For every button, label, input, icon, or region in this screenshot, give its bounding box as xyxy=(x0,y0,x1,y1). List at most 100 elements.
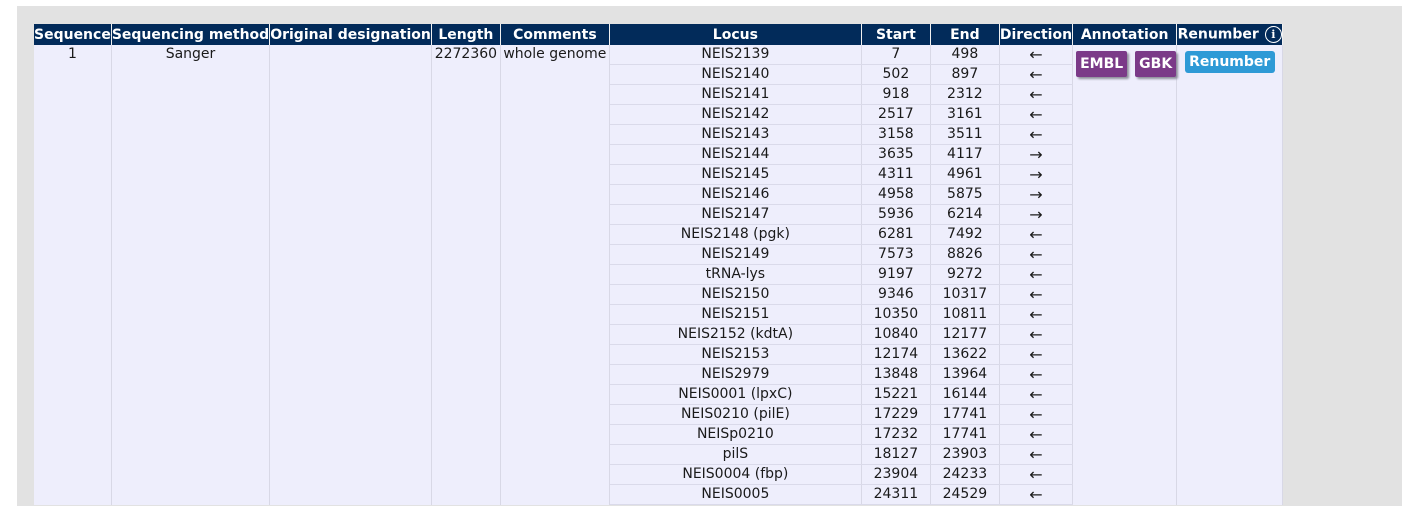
annotation-cell: EMBL GBK xyxy=(1072,45,1178,505)
length-cell: 2272360 xyxy=(431,45,501,505)
direction-cell: ← xyxy=(999,244,1074,265)
gbk-button[interactable]: GBK xyxy=(1135,51,1177,77)
start-cell: 502 xyxy=(861,64,931,85)
end-cell: 4117 xyxy=(930,144,1000,165)
locus-cell: NEIS2144 xyxy=(609,144,862,165)
direction-cell: ← xyxy=(999,484,1074,505)
direction-cell: ← xyxy=(999,344,1074,365)
end-cell: 13964 xyxy=(930,364,1000,385)
start-cell: 23904 xyxy=(861,464,931,485)
locus-cell: NEIS0004 (fbp) xyxy=(609,464,862,485)
start-cell: 12174 xyxy=(861,344,931,365)
locus-cell: NEIS2979 xyxy=(609,364,862,385)
end-cell: 24233 xyxy=(930,464,1000,485)
start-cell: 918 xyxy=(861,84,931,105)
start-cell: 7 xyxy=(861,45,931,65)
col-header-method: Sequencing method xyxy=(111,24,271,45)
locus-cell: NEIS2152 (kdtA) xyxy=(609,324,862,345)
end-cell: 4961 xyxy=(930,164,1000,185)
start-cell: 3635 xyxy=(861,144,931,165)
locus-cell: NEIS2142 xyxy=(609,104,862,125)
end-cell: 5875 xyxy=(930,184,1000,205)
sequence-table: Sequence Sequencing method Original desi… xyxy=(34,24,1284,505)
end-cell: 23903 xyxy=(930,444,1000,465)
info-icon[interactable]: i xyxy=(1264,26,1282,43)
locus-cell: NEIS2143 xyxy=(609,124,862,145)
end-cell: 3161 xyxy=(930,104,1000,125)
direction-cell: ← xyxy=(999,444,1074,465)
direction-cell: ← xyxy=(999,224,1074,245)
designation-cell xyxy=(269,45,432,505)
locus-cell: NEIS2149 xyxy=(609,244,862,265)
direction-cell: ← xyxy=(999,304,1074,325)
col-header-start: Start xyxy=(861,24,931,45)
end-cell: 6214 xyxy=(930,204,1000,225)
direction-cell: → xyxy=(999,164,1074,185)
locus-cell: NEIS2147 xyxy=(609,204,862,225)
locus-cell: NEIS0210 (pilE) xyxy=(609,404,862,425)
table-body: 1 Sanger 2272360 whole genome NEIS2139 7 498 ← E… xyxy=(34,45,1284,505)
start-cell: 9197 xyxy=(861,264,931,285)
start-cell: 17232 xyxy=(861,424,931,445)
locus-cell: NEIS2139 xyxy=(609,45,862,65)
locus-cell: NEIS2141 xyxy=(609,84,862,105)
end-cell: 24529 xyxy=(930,484,1000,505)
embl-button[interactable]: EMBL xyxy=(1076,51,1128,77)
start-cell: 7573 xyxy=(861,244,931,265)
direction-cell: ← xyxy=(999,84,1074,105)
direction-cell: → xyxy=(999,144,1074,165)
col-header-end: End xyxy=(930,24,1000,45)
renumber-cell: Renumber xyxy=(1176,45,1284,505)
end-cell: 7492 xyxy=(930,224,1000,245)
direction-cell: ← xyxy=(999,464,1074,485)
start-cell: 2517 xyxy=(861,104,931,125)
method-cell: Sanger xyxy=(111,45,271,505)
start-cell: 18127 xyxy=(861,444,931,465)
locus-cell: NEIS2145 xyxy=(609,164,862,185)
col-header-designation: Original designation xyxy=(269,24,432,45)
end-cell: 17741 xyxy=(930,404,1000,425)
renumber-button[interactable]: Renumber xyxy=(1184,51,1275,73)
direction-cell: ← xyxy=(999,264,1074,285)
start-cell: 15221 xyxy=(861,384,931,405)
col-header-annotation: Annotation xyxy=(1072,24,1178,45)
end-cell: 16144 xyxy=(930,384,1000,405)
locus-cell: NEIS2146 xyxy=(609,184,862,205)
direction-cell: ← xyxy=(999,124,1074,145)
end-cell: 3511 xyxy=(930,124,1000,145)
locus-cell: NEIS0001 (lpxC) xyxy=(609,384,862,405)
end-cell: 9272 xyxy=(930,264,1000,285)
end-cell: 8826 xyxy=(930,244,1000,265)
col-header-comments: Comments xyxy=(500,24,610,45)
locus-cell: NEIS2140 xyxy=(609,64,862,85)
end-cell: 10811 xyxy=(930,304,1000,325)
col-header-direction: Direction xyxy=(999,24,1074,45)
locus-cell: NEIS2148 (pgk) xyxy=(609,224,862,245)
end-cell: 17741 xyxy=(930,424,1000,445)
col-header-length: Length xyxy=(431,24,501,45)
start-cell: 10840 xyxy=(861,324,931,345)
direction-cell: ← xyxy=(999,104,1074,125)
direction-cell: ← xyxy=(999,364,1074,385)
end-cell: 10317 xyxy=(930,284,1000,305)
direction-cell: ← xyxy=(999,424,1074,445)
locus-cell: NEIS0005 xyxy=(609,484,862,505)
direction-cell: → xyxy=(999,204,1074,225)
direction-cell: ← xyxy=(999,284,1074,305)
locus-cell: NEIS2153 xyxy=(609,344,862,365)
end-cell: 2312 xyxy=(930,84,1000,105)
locus-cell: tRNA-lys xyxy=(609,264,862,285)
direction-cell: ← xyxy=(999,404,1074,425)
direction-cell: ← xyxy=(999,324,1074,345)
col-header-renumber: Renumber i xyxy=(1176,24,1284,45)
locus-cell: NEIS2150 xyxy=(609,284,862,305)
start-cell: 10350 xyxy=(861,304,931,325)
end-cell: 498 xyxy=(930,45,1000,65)
end-cell: 897 xyxy=(930,64,1000,85)
annotation-buttons: EMBL GBK xyxy=(1073,45,1177,77)
end-cell: 12177 xyxy=(930,324,1000,345)
col-header-sequence: Sequence xyxy=(34,24,112,45)
comments-cell: whole genome xyxy=(500,45,610,505)
start-cell: 13848 xyxy=(861,364,931,385)
locus-cell: NEISp0210 xyxy=(609,424,862,445)
